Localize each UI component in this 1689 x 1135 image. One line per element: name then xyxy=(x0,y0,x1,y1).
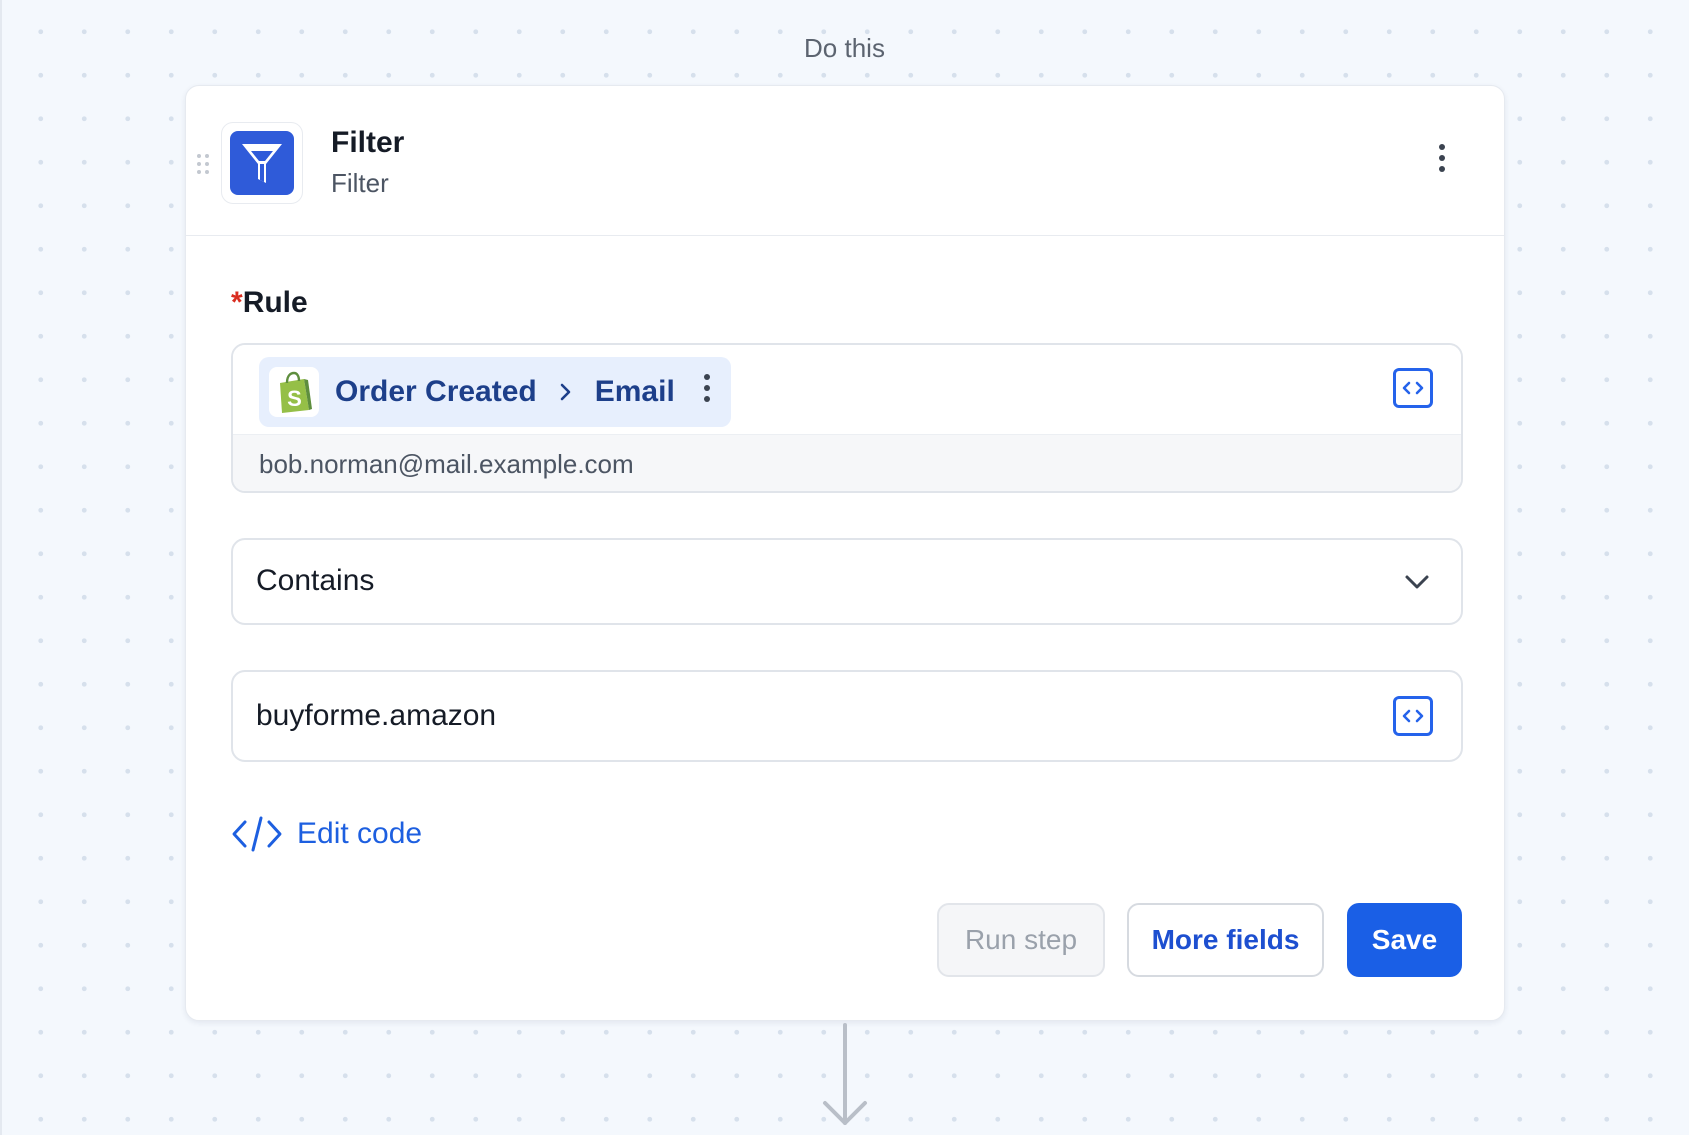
canvas-edge xyxy=(0,0,2,1135)
step-subtitle: Filter xyxy=(331,168,389,198)
kebab-dot xyxy=(703,396,710,402)
rule-source-field[interactable]: S Order Created Email bob.norman@mail.ex… xyxy=(231,343,1463,493)
edit-code-label: Edit code xyxy=(297,817,423,850)
step-app-icon xyxy=(221,122,303,204)
chevron-down-icon xyxy=(1405,575,1429,589)
step-header[interactable]: Filter Filter xyxy=(186,86,1504,236)
save-button[interactable]: Save xyxy=(1347,903,1462,977)
svg-text:S: S xyxy=(287,386,302,411)
operator-selected-value: Contains xyxy=(256,564,375,597)
required-mark: * xyxy=(231,286,243,319)
code-brackets-icon xyxy=(1402,709,1424,723)
filter-step-card: Filter Filter *Rule S Order Created Emai… xyxy=(185,85,1505,1021)
funnel-icon xyxy=(242,144,282,183)
insert-data-icon[interactable] xyxy=(1393,696,1433,736)
source-token-pill[interactable]: S Order Created Email xyxy=(259,357,731,427)
app-icon-tile xyxy=(230,131,294,195)
section-label: Do this xyxy=(804,33,885,63)
shopify-bag-glyph: S xyxy=(280,371,312,413)
rule-label: *Rule xyxy=(231,286,308,320)
drag-handle-icon[interactable] xyxy=(196,153,210,175)
token-menu-icon[interactable] xyxy=(703,374,711,410)
rule-value-text: buyforme.amazon xyxy=(256,699,497,732)
rule-label-text: Rule xyxy=(242,286,308,319)
source-preview-value: bob.norman@mail.example.com xyxy=(259,449,634,479)
more-fields-button[interactable]: More fields xyxy=(1127,903,1324,977)
code-brackets-icon xyxy=(1402,381,1424,395)
source-preview: bob.norman@mail.example.com xyxy=(233,434,1461,491)
run-step-button[interactable]: Run step xyxy=(937,903,1105,977)
kebab-dot xyxy=(1439,166,1445,172)
rule-source-input[interactable]: S Order Created Email xyxy=(233,345,1461,434)
chevron-right-icon xyxy=(560,383,571,401)
operator-select[interactable]: Contains xyxy=(231,538,1463,625)
insert-data-icon[interactable] xyxy=(1393,368,1433,408)
code-icon xyxy=(232,816,282,852)
kebab-dot xyxy=(1439,144,1445,150)
rule-value-field[interactable]: buyforme.amazon xyxy=(231,670,1463,762)
source-trigger-label: Order Created xyxy=(335,375,537,408)
shopify-bag-icon: S xyxy=(269,367,319,417)
kebab-dot xyxy=(703,385,710,391)
step-menu-icon[interactable] xyxy=(1432,144,1452,184)
kebab-dot xyxy=(703,374,710,380)
kebab-dot xyxy=(1439,155,1445,161)
arrow-down-icon xyxy=(823,1023,867,1125)
edit-code-link[interactable]: Edit code xyxy=(231,812,422,856)
source-field-label: Email xyxy=(594,375,675,408)
step-title: Filter xyxy=(331,126,405,159)
